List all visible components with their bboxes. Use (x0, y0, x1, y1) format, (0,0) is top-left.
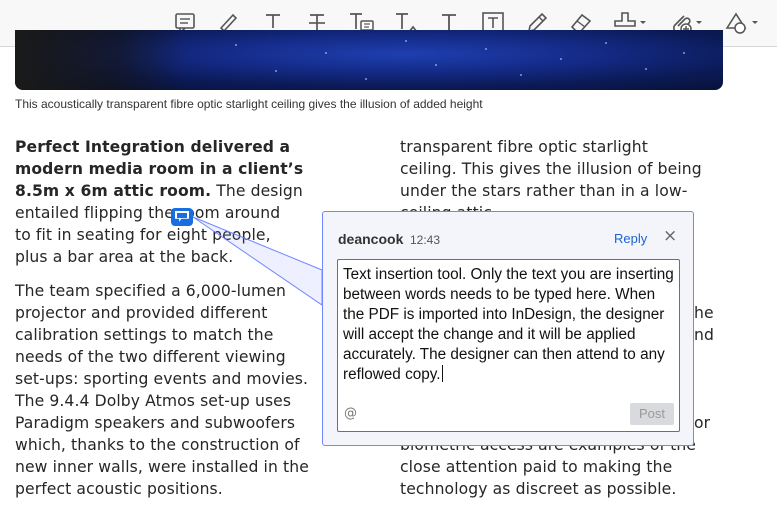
text-line: ceiling. This gives the illusion of bein… (400, 160, 702, 178)
comment-timestamp: 12:43 (410, 233, 441, 247)
text-line: Paradigm speakers and subwoofers (15, 414, 296, 432)
text-line: technology as discreet as possible. (400, 480, 677, 498)
text-line: which, thanks to the construction of (15, 436, 300, 454)
lead-bold-line: modern media room in a client’s (15, 160, 304, 178)
text-cursor (441, 365, 443, 382)
text-line: under the stars rather than in a low- (400, 182, 688, 200)
column-2-partial-fragment: or (694, 412, 724, 434)
post-button[interactable]: Post (630, 403, 674, 425)
text-fragment: or (694, 414, 711, 432)
comment-popup: deancook 12:43 Reply × Text insertion to… (322, 211, 694, 446)
text-line: new inner walls, were installed in the (15, 458, 309, 476)
comment-body: Text insertion tool. Only the text you a… (343, 265, 678, 385)
image-caption: This acoustically transparent fibre opti… (15, 97, 483, 111)
text-fragment: nd (694, 326, 714, 344)
lead-bold-line: Perfect Integration delivered a (15, 138, 291, 156)
text-line: close attention paid to making the (400, 458, 673, 476)
text-fragment: he (694, 304, 714, 322)
text-line: transparent fibre optic starlight (400, 138, 648, 156)
article-column-1: Perfect Integration delivered a modern m… (15, 136, 327, 512)
text-line: needs of the two different viewing (15, 348, 286, 366)
paragraph-2: The team specified a 6,000-lumen project… (15, 280, 327, 500)
column-2-side-fragments: he nd (694, 302, 724, 346)
text-line: set-ups: sporting events and movies. (15, 370, 309, 388)
text-line: perfect acoustic positions. (15, 480, 223, 498)
comment-marker-icon[interactable] (171, 208, 193, 226)
text-line: projector and provided different (15, 304, 268, 322)
text-line: plus a bar area at the back. (15, 248, 234, 266)
comment-textarea[interactable]: Text insertion tool. Only the text you a… (337, 259, 680, 432)
comment-body-text: Text insertion tool. Only the text you a… (343, 266, 674, 383)
reply-button[interactable]: Reply (614, 231, 647, 246)
mention-icon[interactable]: @ (344, 406, 357, 421)
shapes-icon[interactable] (722, 8, 760, 38)
comment-author: deancook (338, 231, 404, 247)
close-icon[interactable]: × (663, 226, 677, 246)
lead-bold-line: 8.5m x 6m attic room. (15, 182, 212, 200)
starlight-ceiling-image (15, 30, 723, 90)
text-line: to fit in seating for eight people, (15, 226, 271, 244)
paragraph-1: Perfect Integration delivered a modern m… (15, 136, 327, 268)
text-line: The 9.4.4 Dolby Atmos set-up uses (15, 392, 292, 410)
text-line: The team specified a 6,000-lumen (15, 282, 287, 300)
text-fragment: The design (211, 182, 303, 200)
text-line: calibration settings to match the (15, 326, 274, 344)
